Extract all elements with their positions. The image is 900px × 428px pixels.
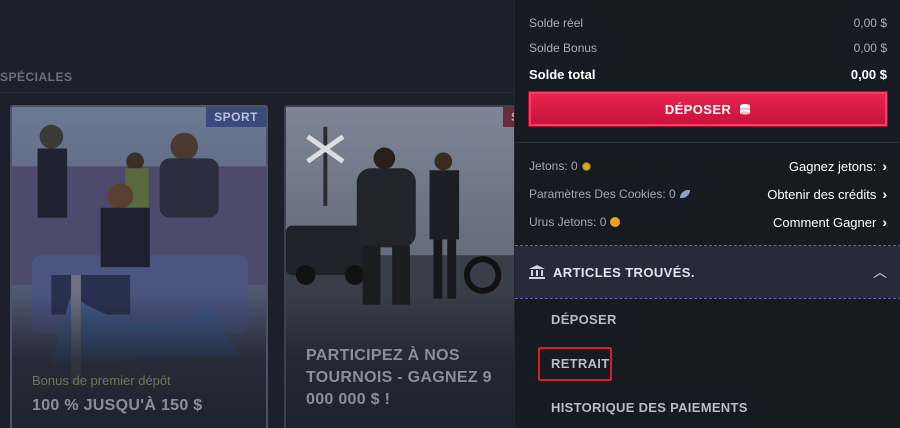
- deposit-button-label: DÉPOSER: [664, 101, 732, 117]
- section-title: SPÉCIALES: [0, 70, 73, 84]
- card-title: PARTICIPEZ À NOS TOURNOIS - GAGNEZ 9 000…: [306, 347, 492, 408]
- smile-icon: [610, 217, 621, 227]
- panel-divider: [515, 142, 900, 143]
- bank-icon: [529, 265, 545, 279]
- get-credits-link[interactable]: Obtenir des crédits ›: [767, 186, 887, 202]
- real-balance-value: 0,00 $: [853, 16, 887, 30]
- deposit-button[interactable]: DÉPOSER: [528, 91, 888, 127]
- accordion-title: ARTICLES TROUVÉS.: [553, 264, 695, 280]
- menu-item-withdraw[interactable]: RETRAIT: [551, 356, 609, 371]
- section-divider: [0, 92, 514, 93]
- leaf-icon: [679, 190, 690, 198]
- coin-icon: [581, 161, 591, 171]
- how-to-win-label: Comment Gagner: [773, 214, 877, 230]
- menu-item-payment-history[interactable]: HISTORIQUE DES PAIEMENTS: [551, 400, 748, 415]
- urus-tokens-label: Urus Jetons: 0: [529, 215, 607, 229]
- card-title: 100 % JUSQU'À 150 $: [32, 397, 203, 414]
- real-balance-row: Solde réel 0,00 $: [529, 16, 887, 30]
- menu-item-deposit[interactable]: DÉPOSER: [551, 312, 617, 327]
- coins-icon: [740, 104, 751, 115]
- total-balance-label: Solde total: [529, 67, 596, 82]
- urus-tokens-row: Urus Jetons: 0 Comment Gagner ›: [529, 214, 887, 230]
- earn-tokens-link[interactable]: Gagnez jetons: ›: [789, 158, 887, 174]
- bonus-balance-label: Solde Bonus: [529, 41, 598, 55]
- chevron-right-icon: ›: [882, 158, 887, 174]
- promo-card-welcome-bonus[interactable]: SPORT Bonus de premier dépôt 100 % JUSQU…: [10, 105, 268, 428]
- articles-accordion-header[interactable]: ARTICLES TROUVÉS. ︿: [515, 246, 900, 298]
- tokens-row: Jetons: 0 Gagnez jetons: ›: [529, 158, 887, 174]
- promo-card-tournaments[interactable]: SP PARTICIPEZ À NOS TOURNOIS - GAGNEZ 9 …: [284, 105, 514, 428]
- total-balance-row: Solde total 0,00 $: [529, 67, 887, 82]
- bonus-balance-value: 0,00 $: [853, 41, 887, 55]
- tokens-label: Jetons: 0: [529, 159, 578, 173]
- sport-badge: SPORT: [206, 107, 266, 127]
- dashed-divider: [515, 298, 900, 299]
- cookies-row: Paramètres Des Cookies: 0 Obtenir des cr…: [529, 186, 887, 202]
- how-to-win-link[interactable]: Comment Gagner ›: [773, 214, 887, 230]
- chevron-right-icon: ›: [882, 214, 887, 230]
- chevron-right-icon: ›: [882, 186, 887, 202]
- sport-badge: SP: [502, 107, 514, 127]
- get-credits-label: Obtenir des crédits: [767, 186, 877, 202]
- total-balance-value: 0,00 $: [850, 67, 887, 82]
- real-balance-label: Solde réel: [529, 16, 584, 30]
- earn-tokens-label: Gagnez jetons:: [788, 158, 877, 174]
- cookies-label: Paramètres Des Cookies: 0: [529, 187, 676, 201]
- card-subtitle: Bonus de premier dépôt: [32, 373, 171, 388]
- chevron-up-icon[interactable]: ︿: [873, 262, 887, 282]
- bonus-balance-row: Solde Bonus 0,00 $: [529, 41, 887, 55]
- account-panel: Solde réel 0,00 $ Solde Bonus 0,00 $ Sol…: [514, 0, 900, 428]
- page-background: SPÉCIALES SPORT Bonus de premier dépôt 1…: [0, 0, 514, 428]
